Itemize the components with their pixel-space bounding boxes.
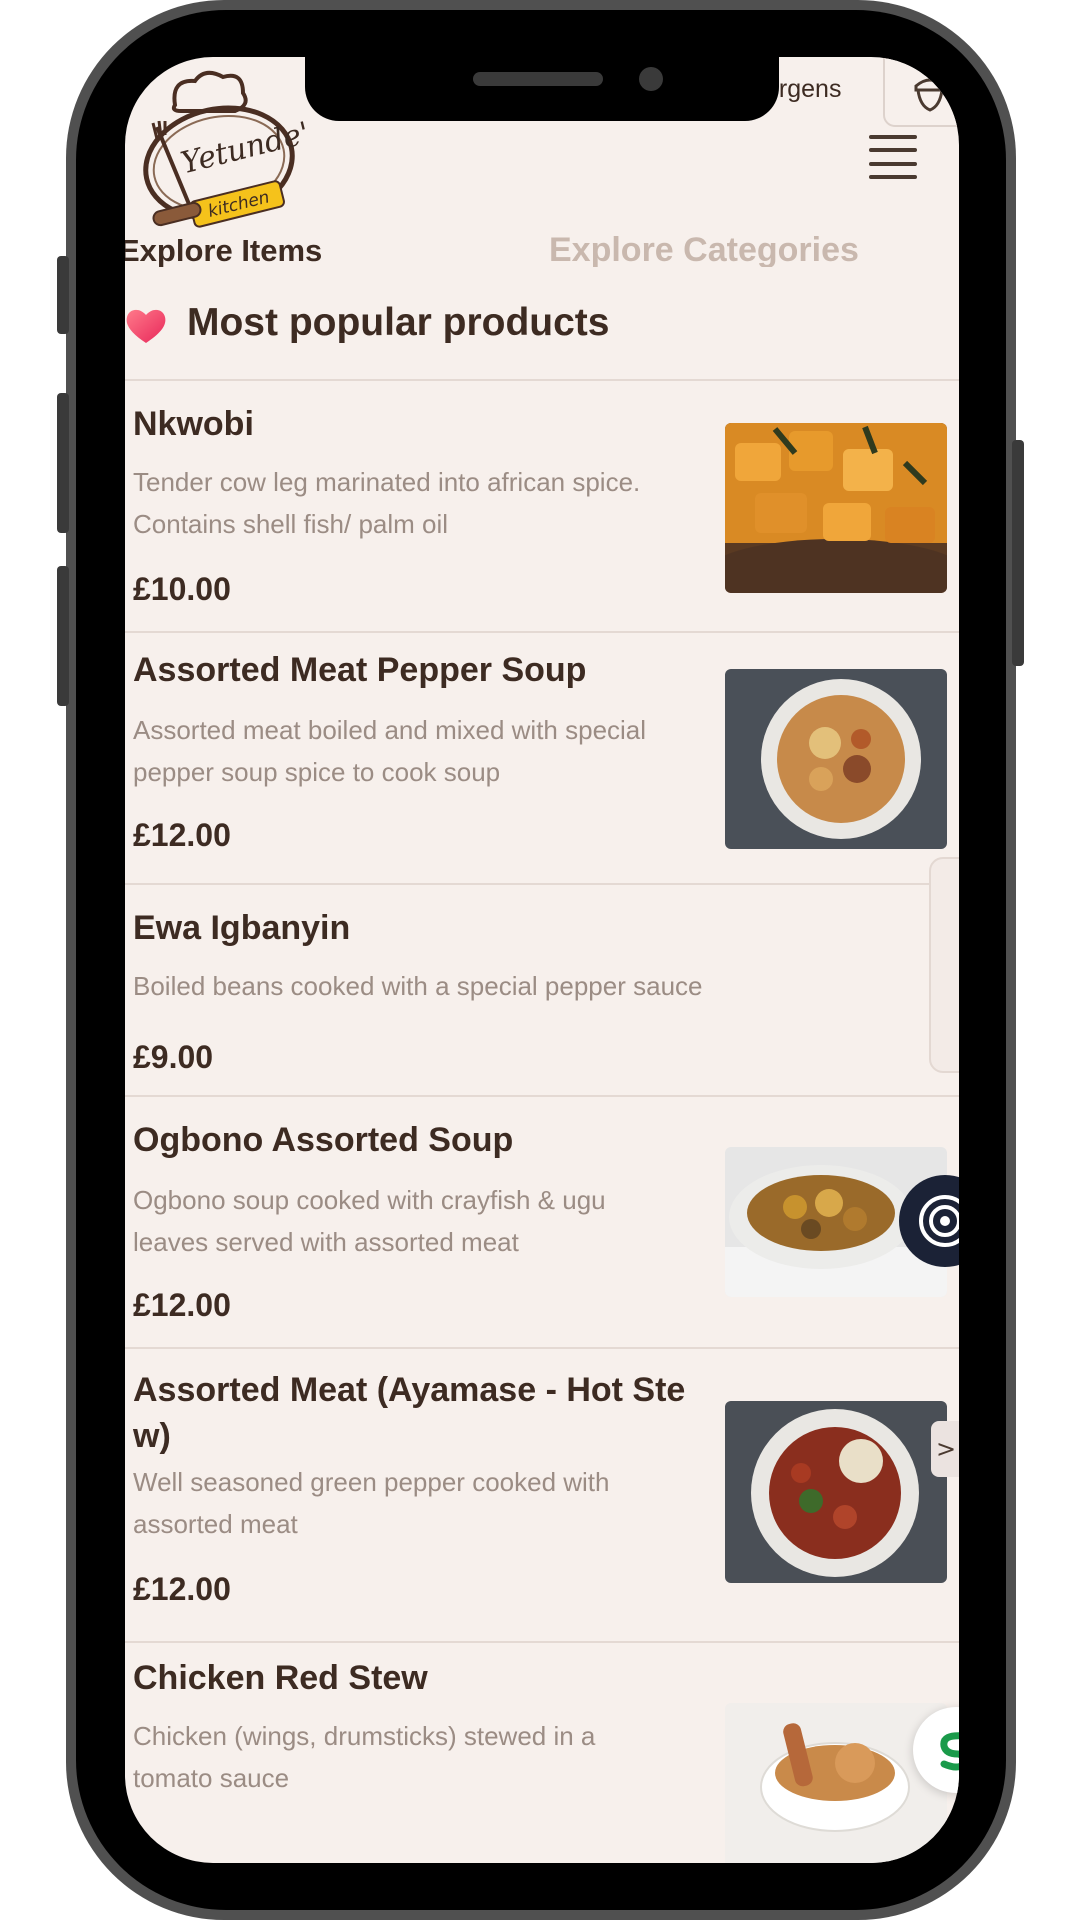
- product-item[interactable]: Nkwobi Tender cow leg marinated into afr…: [125, 381, 959, 633]
- popular-products-header: Most popular products: [125, 267, 959, 381]
- product-item[interactable]: Ewa Igbanyin Boiled beans cooked with a …: [125, 885, 959, 1097]
- notch: [305, 57, 779, 121]
- allergens-button[interactable]: [883, 57, 959, 127]
- menu-bar: [869, 148, 917, 153]
- product-name: Nkwobi: [133, 405, 254, 443]
- product-name: Chicken Red Stew: [133, 1659, 428, 1697]
- speaker: [473, 72, 603, 86]
- target-icon: [919, 1195, 959, 1247]
- product-price: £10.00: [133, 571, 231, 607]
- product-image: [725, 1401, 947, 1583]
- product-item[interactable]: Assorted Meat (Ayamase - Hot Ste w) Well…: [125, 1349, 959, 1643]
- product-image: [725, 669, 947, 849]
- product-name: Assorted Meat Pepper Soup: [133, 651, 587, 689]
- mute-switch: [57, 256, 69, 334]
- tab-explore-items[interactable]: Explore Items: [125, 233, 322, 269]
- product-image: [725, 1703, 947, 1863]
- product-price: £12.00: [133, 1287, 231, 1323]
- front-camera: [639, 67, 663, 91]
- yetunde-kitchen-logo[interactable]: Yetunde's kitchen: [127, 67, 328, 237]
- volume-up-button: [57, 393, 69, 533]
- product-description: Assorted meat boiled and mixed with spec…: [133, 715, 647, 787]
- product-item[interactable]: Ogbono Assorted Soup Ogbono soup cooked …: [125, 1097, 959, 1349]
- product-description: Ogbono soup cooked with crayfish & ugu l…: [133, 1185, 606, 1257]
- product-name: Ewa Igbanyin: [133, 909, 351, 947]
- menu-bar: [869, 161, 917, 166]
- power-button: [1012, 440, 1024, 666]
- chat-icon: [940, 1732, 959, 1771]
- tab-explore-categories[interactable]: Explore Categories: [549, 231, 859, 270]
- product-item[interactable]: Assorted Meat Pepper Soup Assorted meat …: [125, 633, 959, 885]
- product-name: Assorted Meat (Ayamase - Hot Ste w): [133, 1371, 686, 1455]
- volume-down-button: [57, 566, 69, 706]
- product-name: Ogbono Assorted Soup: [133, 1121, 514, 1159]
- phone-screen: ergens Explore Items Explore Categories …: [125, 57, 959, 1863]
- product-price: £12.00: [133, 817, 231, 853]
- product-description: Tender cow leg marinated into african sp…: [133, 467, 641, 539]
- expand-arrow-button[interactable]: >: [931, 1421, 959, 1477]
- section-title: Most popular products: [187, 301, 610, 344]
- product-image: [725, 423, 947, 593]
- product-description: Well seasoned green pepper cooked with a…: [133, 1467, 610, 1539]
- heart-icon: [126, 309, 166, 343]
- menu-bar: [869, 135, 917, 139]
- product-price: £9.00: [133, 1039, 214, 1075]
- hamburger-menu-button[interactable]: [869, 135, 917, 179]
- product-description: Chicken (wings, drumsticks) stewed in a …: [133, 1721, 596, 1793]
- product-description: Boiled beans cooked with a special peppe…: [133, 971, 703, 1001]
- product-item[interactable]: Chicken Red Stew Chicken (wings, drumsti…: [125, 1643, 959, 1863]
- side-panel-handle[interactable]: [929, 857, 959, 1073]
- product-price: £12.00: [133, 1571, 231, 1607]
- menu-bar: [869, 174, 917, 179]
- acorn-icon: [914, 74, 946, 112]
